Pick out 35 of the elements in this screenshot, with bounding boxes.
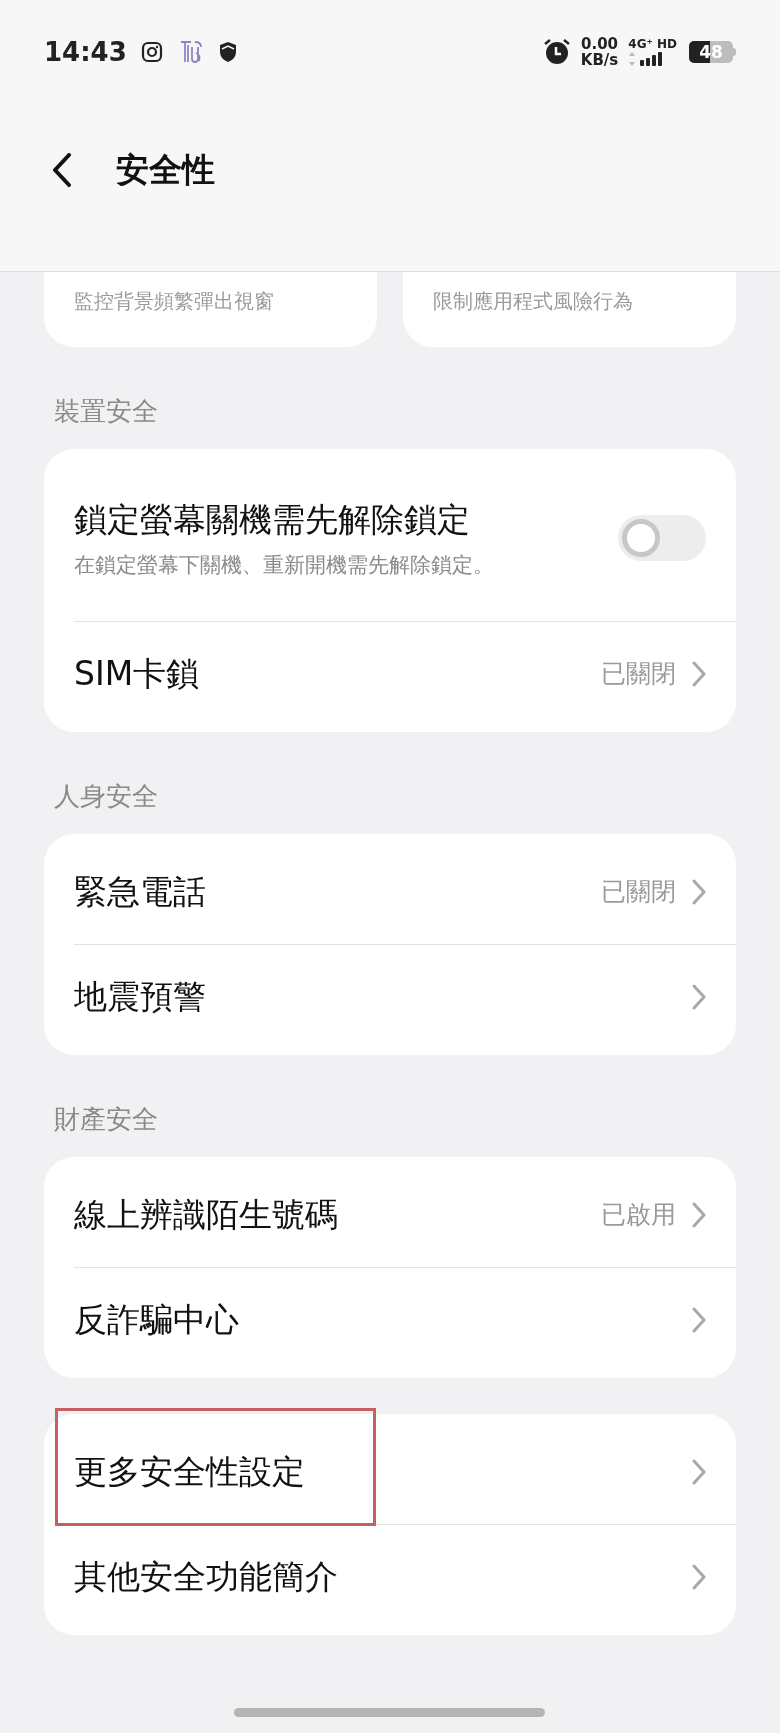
status-time: 14:43 — [44, 35, 127, 69]
network-speed-unit: KB/s — [580, 52, 619, 68]
setting-description: 在鎖定螢幕下關機、重新開機需先解除鎖定。 — [74, 552, 495, 579]
setting-title[interactable]: 其他安全功能簡介 — [74, 1552, 676, 1602]
toggle-switch[interactable] — [618, 515, 706, 561]
setting-value: 已關閉 — [601, 876, 676, 909]
setting-title[interactable]: 地震預警 — [74, 972, 676, 1022]
alarm-clock-icon — [542, 38, 571, 66]
chevron-right-icon — [692, 1564, 706, 1590]
app-logo-icon — [178, 39, 203, 65]
camera-icon — [140, 41, 163, 63]
setting-title[interactable]: SIM卡鎖 — [74, 649, 585, 699]
setting-title[interactable]: 緊急電話 — [74, 867, 585, 917]
setting-value: 已啟用 — [601, 1199, 676, 1232]
section-header: 裝置安全 — [53, 395, 159, 428]
network-speed: 0.00 — [581, 36, 619, 52]
shield-icon — [218, 41, 237, 63]
page-title: 安全性 — [116, 149, 215, 192]
back-icon — [52, 153, 72, 187]
section-header: 人身安全 — [53, 780, 159, 813]
network-type: 4G⁺ HD — [628, 37, 677, 51]
chevron-right-icon — [692, 1459, 706, 1485]
setting-title: 鎖定螢幕關機需先解除鎖定 — [74, 498, 471, 541]
feature-description: 監控背景頻繁彈出視窗 — [74, 288, 274, 315]
chevron-right-icon — [692, 879, 706, 905]
chevron-right-icon — [692, 1202, 706, 1228]
setting-title[interactable]: 線上辨識陌生號碼 — [74, 1190, 585, 1240]
setting-title[interactable]: 更多安全性設定 — [74, 1447, 676, 1497]
setting-title[interactable]: 反詐騙中心 — [74, 1295, 676, 1345]
chevron-right-icon — [692, 1307, 706, 1333]
setting-value: 已關閉 — [601, 658, 676, 691]
chevron-right-icon — [692, 984, 706, 1010]
feature-description: 限制應用程式風險行為 — [433, 288, 633, 315]
section-header: 財產安全 — [53, 1103, 159, 1136]
chevron-right-icon — [692, 661, 706, 687]
